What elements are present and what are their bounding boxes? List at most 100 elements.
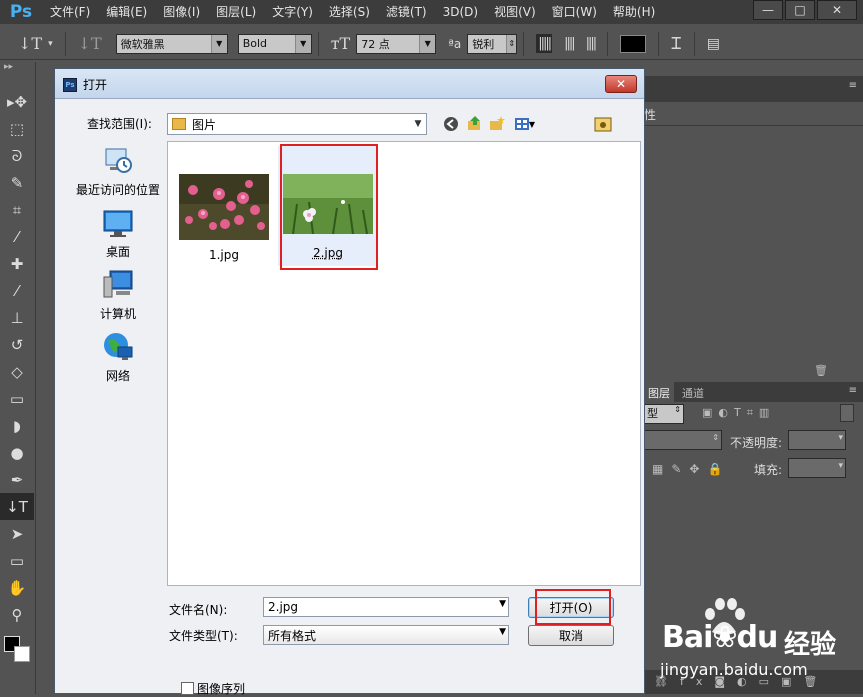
- font-style-select[interactable]: Bold ▼: [238, 34, 312, 54]
- up-folder-icon[interactable]: [465, 114, 485, 134]
- type-tool-icon[interactable]: ↓T: [18, 34, 42, 53]
- menu-item[interactable]: 选择(S): [321, 0, 378, 24]
- move-icon[interactable]: ▸✥: [0, 88, 34, 115]
- computer-icon: [102, 269, 134, 301]
- layer-kind-filter[interactable]: 型 ⇕: [644, 404, 684, 424]
- cancel-button[interactable]: 取消: [528, 625, 614, 646]
- pen-icon[interactable]: ✒: [0, 466, 34, 493]
- eyedropper-icon[interactable]: ⁄: [0, 223, 34, 250]
- tool-list: ▸✥ ⬚ ᘐ ✎ ⌗ ⁄ ✚ ⁄ ⊥ ↺ ◇ ▭ ◗ ● ✒ ↓T ➤ ▭ ✋ ⚲: [0, 88, 35, 628]
- menu-item[interactable]: 帮助(H): [605, 0, 663, 24]
- background-color-swatch[interactable]: [14, 646, 30, 662]
- image-sequence-option[interactable]: 图像序列: [181, 680, 245, 697]
- toggle-orientation-icon[interactable]: ↓T: [78, 34, 102, 53]
- tab-channels[interactable]: 通道: [674, 382, 712, 402]
- place-computer[interactable]: 计算机: [63, 269, 173, 322]
- file-item-1[interactable]: 1.jpg: [174, 174, 274, 262]
- menu-item[interactable]: 滤镜(T): [378, 0, 435, 24]
- menu-item[interactable]: 文字(Y): [264, 0, 321, 24]
- lock-icons[interactable]: ▦✎✥🔒: [652, 462, 730, 476]
- lasso-icon[interactable]: ᘐ: [0, 142, 34, 169]
- menu-item[interactable]: 3D(D): [435, 0, 486, 24]
- blur-icon[interactable]: ◗: [0, 412, 34, 439]
- chevron-down-icon: ▼: [499, 627, 506, 637]
- filename-input[interactable]: 2.jpg ▼: [263, 597, 509, 617]
- menu-item[interactable]: 编辑(E): [98, 0, 155, 24]
- font-size-select[interactable]: 72 点 ▼: [356, 34, 436, 54]
- close-button[interactable]: ✕: [817, 0, 857, 20]
- place-label: 桌面: [63, 243, 173, 260]
- eraser-icon[interactable]: ◇: [0, 358, 34, 385]
- bridge-folder-icon[interactable]: [593, 114, 613, 134]
- photoshop-logo: Ps: [0, 0, 42, 24]
- font-style-value: Bold: [243, 37, 267, 50]
- properties-tab-partial[interactable]: 性: [644, 102, 863, 126]
- zoom-icon[interactable]: ⚲: [0, 601, 34, 628]
- tools-panel: ▸▸ ▸✥ ⬚ ᘐ ✎ ⌗ ⁄ ✚ ⁄ ⊥ ↺ ◇ ▭ ◗ ● ✒ ↓T ➤ ▭ ✋ ⚲: [0, 62, 36, 694]
- blend-mode-select[interactable]: ⇕: [644, 430, 722, 450]
- healing-icon[interactable]: ✚: [0, 250, 34, 277]
- gradient-icon[interactable]: ▭: [0, 385, 34, 412]
- maximize-button[interactable]: □: [785, 0, 815, 20]
- warp-text-icon[interactable]: Ꮖ: [671, 34, 682, 54]
- toolbar-collapse-icon[interactable]: ▸▸: [0, 62, 35, 88]
- open-button-highlight: [535, 589, 611, 625]
- panel-menu-icon[interactable]: ≡: [849, 385, 857, 399]
- tab-layers[interactable]: 图层: [644, 382, 674, 402]
- quick-select-icon[interactable]: ✎: [0, 169, 34, 196]
- shape-icon[interactable]: ▭: [0, 547, 34, 574]
- type-icon[interactable]: ↓T: [0, 493, 34, 520]
- dodge-icon[interactable]: ●: [0, 439, 34, 466]
- baidu-brand: Bai❀du: [662, 620, 777, 655]
- menu-item[interactable]: 图层(L): [208, 0, 264, 24]
- menu-bar: Ps 文件(F) 编辑(E) 图像(I) 图层(L) 文字(Y) 选择(S) 滤镜(T) 3D…: [0, 0, 863, 24]
- history-brush-icon[interactable]: ↺: [0, 331, 34, 358]
- panel-menu-icon[interactable]: ≡: [849, 80, 857, 91]
- filetype-select[interactable]: 所有格式 ▼: [263, 625, 509, 645]
- trash-icon[interactable]: 🗑: [814, 364, 828, 377]
- opacity-input[interactable]: ▾: [788, 430, 846, 450]
- antialias-icon: ªa: [448, 37, 461, 51]
- align-center-icon[interactable]: ||||: [564, 36, 574, 51]
- menu-item[interactable]: 视图(V): [486, 0, 544, 24]
- fill-label: 填充:: [754, 461, 782, 478]
- fill-input[interactable]: ▾: [788, 458, 846, 478]
- font-family-select[interactable]: 微软雅黑 ▼: [116, 34, 228, 54]
- file-list: 1.jpg 2.jpg: [167, 141, 641, 586]
- place-recent[interactable]: 最近访问的位置: [63, 145, 173, 198]
- image-sequence-checkbox[interactable]: [181, 682, 194, 695]
- text-color-swatch[interactable]: [620, 35, 646, 53]
- hand-icon[interactable]: ✋: [0, 574, 34, 601]
- dialog-close-button[interactable]: ✕: [605, 75, 637, 93]
- lookin-select[interactable]: 图片 ▼: [167, 113, 427, 135]
- menu-item[interactable]: 窗口(W): [544, 0, 605, 24]
- chevron-down-icon: ▼: [211, 35, 227, 53]
- place-desktop[interactable]: 桌面: [63, 207, 173, 260]
- marquee-icon[interactable]: ⬚: [0, 115, 34, 142]
- brush-icon[interactable]: ⁄: [0, 277, 34, 304]
- place-network[interactable]: 网络: [63, 331, 173, 384]
- chevron-down-icon[interactable]: ▾: [48, 39, 53, 49]
- menu-item[interactable]: 图像(I): [155, 0, 208, 24]
- menu-item[interactable]: 文件(F): [42, 0, 98, 24]
- view-menu-icon[interactable]: ▼: [511, 114, 539, 134]
- character-panel-icon[interactable]: ▤: [707, 36, 720, 52]
- layer-filter-icons[interactable]: ▣◐T⌗▥: [702, 406, 775, 420]
- antialias-select[interactable]: 锐利 ⇕: [467, 34, 517, 54]
- new-folder-icon[interactable]: [487, 114, 507, 134]
- minimize-button[interactable]: —: [753, 0, 783, 20]
- antialias-value: 锐利: [472, 36, 494, 52]
- back-icon[interactable]: [441, 114, 461, 134]
- lookin-value: 图片: [192, 116, 216, 133]
- chevron-updown-icon: ⇕: [506, 35, 516, 53]
- separator: [318, 32, 319, 56]
- path-select-icon[interactable]: ➤: [0, 520, 34, 547]
- layer-kind-value: 型: [647, 407, 658, 420]
- align-left-icon[interactable]: |||||: [536, 34, 552, 53]
- align-right-icon[interactable]: ||||: [586, 36, 596, 51]
- filter-toggle[interactable]: [840, 404, 854, 422]
- crop-icon[interactable]: ⌗: [0, 196, 34, 223]
- separator: [523, 32, 524, 56]
- chevron-down-icon: ▼: [499, 599, 506, 609]
- stamp-icon[interactable]: ⊥: [0, 304, 34, 331]
